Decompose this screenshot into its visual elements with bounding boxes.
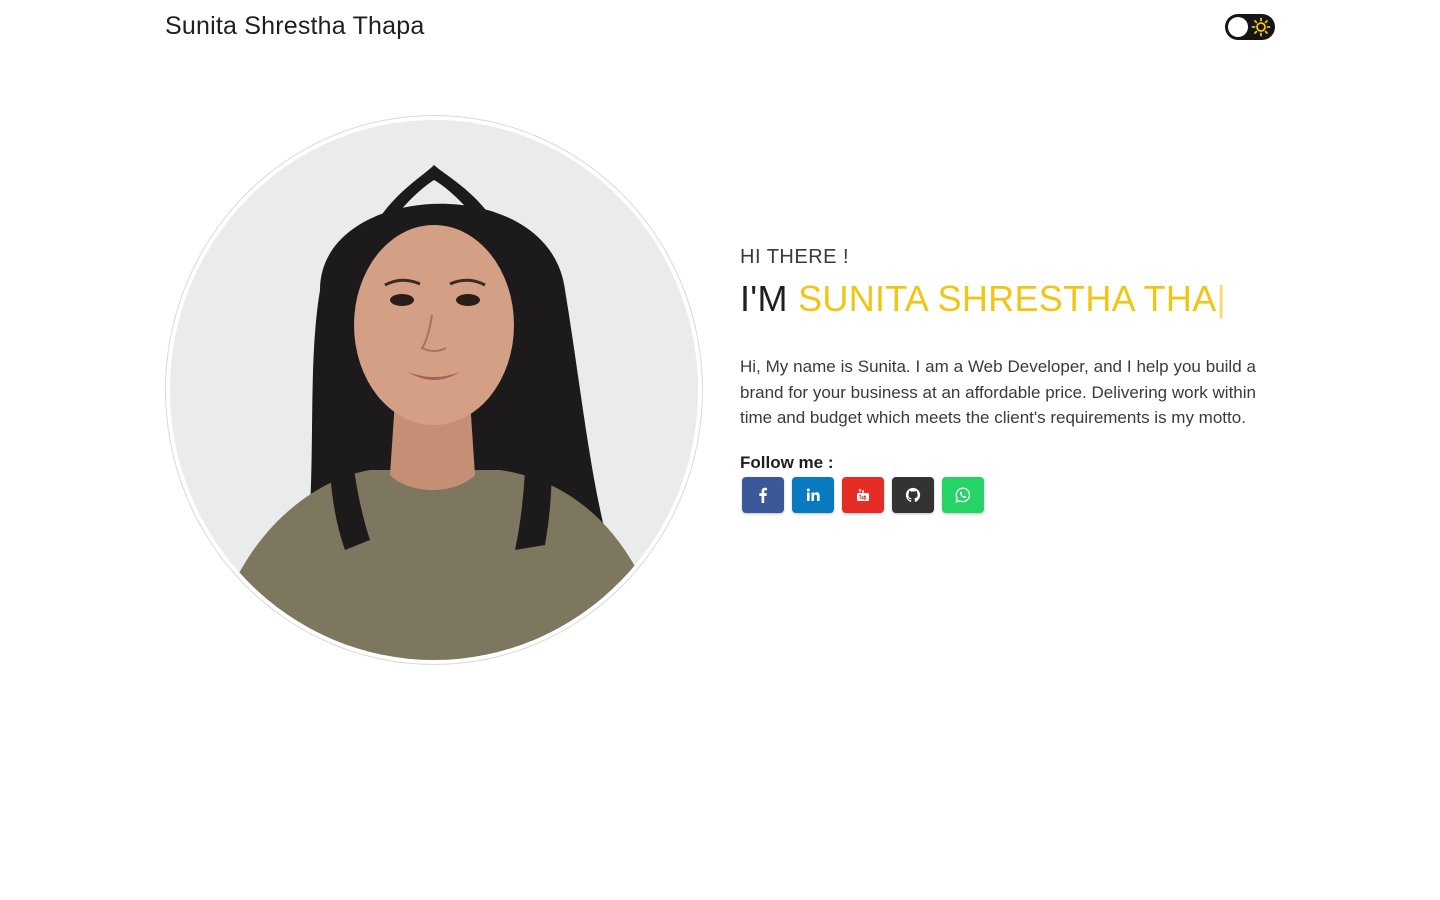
linkedin-button[interactable] — [792, 476, 834, 513]
brand-name[interactable]: Sunita Shrestha Thapa — [165, 12, 424, 41]
theme-toggle[interactable] — [1225, 14, 1275, 40]
linkedin-icon — [806, 488, 820, 501]
bio-text: Hi, My name is Sunita. I am a Web Develo… — [740, 357, 1256, 428]
youtube-button[interactable] — [842, 476, 884, 513]
sun-icon — [1251, 17, 1271, 37]
github-icon — [905, 487, 921, 502]
headline-prefix: I'M — [740, 278, 799, 319]
intro-section: HI THERE ! I'M SUNITA SHRESTHA THA| Hi, … — [740, 244, 1256, 513]
facebook-button[interactable] — [742, 476, 784, 513]
toggle-knob — [1228, 17, 1248, 37]
youtube-icon — [857, 488, 869, 501]
headline-name: SUNITA SHRESTHA THA — [798, 278, 1217, 319]
typing-cursor: | — [1216, 278, 1227, 319]
headline: I'M SUNITA SHRESTHA THA| — [740, 278, 1256, 320]
whatsapp-icon — [955, 487, 971, 503]
facebook-icon — [759, 487, 767, 503]
navbar: Sunita Shrestha Thapa — [0, 0, 1440, 56]
whatsapp-button[interactable] — [942, 476, 984, 513]
follow-label: Follow me : — [740, 452, 834, 472]
profile-photo — [170, 120, 698, 660]
github-button[interactable] — [892, 476, 934, 513]
greeting: HI THERE ! — [740, 246, 850, 268]
social-links — [740, 476, 1256, 513]
